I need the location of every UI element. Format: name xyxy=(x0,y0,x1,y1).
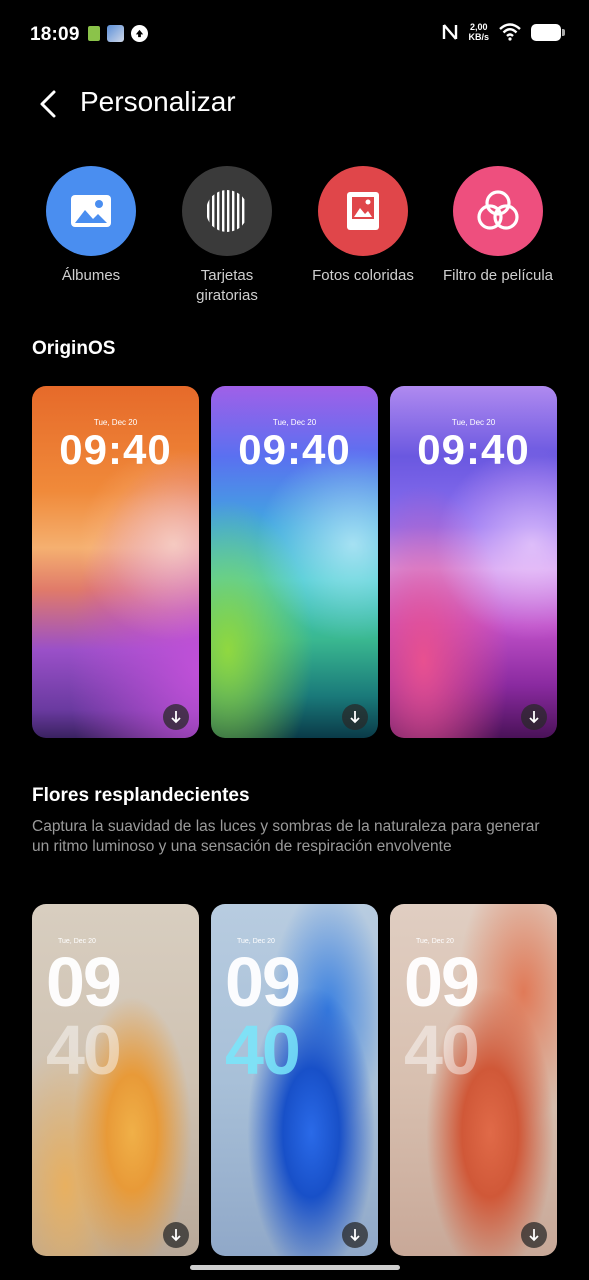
download-button[interactable] xyxy=(163,1222,189,1248)
photo-frame-icon xyxy=(347,192,379,230)
wallpaper-card[interactable]: Tue, Dec 20 09 40 xyxy=(211,904,378,1256)
header: Personalizar xyxy=(0,80,589,128)
tarjetas-button[interactable] xyxy=(182,166,272,256)
upload-icon xyxy=(131,25,148,42)
section-description: Captura la suavidad de las luces y sombr… xyxy=(32,818,540,855)
shortcut-albumes[interactable]: Álbumes xyxy=(16,166,166,286)
lockscreen-minute: 40 xyxy=(46,1011,122,1089)
wallpaper-card[interactable]: Tue, Dec 20 09:40 xyxy=(390,386,557,738)
shortcut-fotos[interactable]: Fotos coloridas xyxy=(288,166,438,286)
lockscreen-hour: 09 xyxy=(225,943,301,1021)
section-title-flores: Flores resplandecientes xyxy=(32,785,250,806)
wallpaper-card[interactable]: Tue, Dec 20 09:40 xyxy=(211,386,378,738)
network-speed-value: 2,00 xyxy=(469,22,488,32)
status-icons-right: 2,00 KB/s xyxy=(442,22,565,42)
shortcut-label: Álbumes xyxy=(61,267,121,284)
filtro-button[interactable] xyxy=(453,166,543,256)
download-icon xyxy=(529,1229,539,1242)
home-indicator[interactable] xyxy=(190,1265,400,1270)
lockscreen-minute: 40 xyxy=(404,1011,480,1089)
status-bar: 18:09 2,00 KB/s xyxy=(0,0,589,72)
albumes-button[interactable] xyxy=(46,166,136,256)
battery-icon xyxy=(531,23,565,41)
lockscreen-time: 09:40 xyxy=(238,426,351,473)
shortcut-label: Tarjetas giratorias xyxy=(196,267,258,304)
download-button[interactable] xyxy=(342,704,368,730)
shortcut-label: Fotos coloridas xyxy=(312,267,414,284)
lockscreen-minute: 40 xyxy=(225,1011,301,1089)
nfc-icon xyxy=(443,24,458,40)
download-icon xyxy=(350,711,360,724)
chevron-left-icon[interactable] xyxy=(34,88,64,120)
download-icon xyxy=(529,711,539,724)
shortcut-label: Filtro de película xyxy=(442,267,554,284)
image-icon xyxy=(71,195,111,227)
status-icons-left xyxy=(88,25,148,42)
app-icon xyxy=(107,25,124,42)
page-title: Personalizar xyxy=(80,86,236,117)
lockscreen-hour: 09 xyxy=(404,943,480,1021)
lockscreen-time: 09:40 xyxy=(59,426,172,473)
notification-icon xyxy=(88,26,100,41)
network-speed-unit: KB/s xyxy=(468,32,489,42)
wifi-icon xyxy=(499,23,521,41)
download-icon xyxy=(171,711,181,724)
fotos-button[interactable] xyxy=(318,166,408,256)
wallpaper-card[interactable]: Tue, Dec 20 09:40 xyxy=(32,386,199,738)
wallpaper-card[interactable]: Tue, Dec 20 09 40 xyxy=(390,904,557,1256)
wallpaper-card[interactable]: Tue, Dec 20 09 40 xyxy=(32,904,199,1256)
lockscreen-hour: 09 xyxy=(46,943,122,1021)
striped-circle-icon xyxy=(207,190,245,232)
three-circles-icon xyxy=(477,190,519,230)
network-speed: 2,00 KB/s xyxy=(468,22,489,42)
status-time: 18:09 xyxy=(30,24,80,45)
section-title-originos: OriginOS xyxy=(32,338,116,359)
shortcut-tarjetas[interactable]: Tarjetas giratorias xyxy=(152,166,302,306)
download-button[interactable] xyxy=(342,1222,368,1248)
download-icon xyxy=(350,1229,360,1242)
shortcut-filtro[interactable]: Filtro de película xyxy=(423,166,573,286)
download-button[interactable] xyxy=(521,704,547,730)
lockscreen-time: 09:40 xyxy=(417,426,530,473)
download-button[interactable] xyxy=(521,1222,547,1248)
download-icon xyxy=(171,1229,181,1242)
download-button[interactable] xyxy=(163,704,189,730)
